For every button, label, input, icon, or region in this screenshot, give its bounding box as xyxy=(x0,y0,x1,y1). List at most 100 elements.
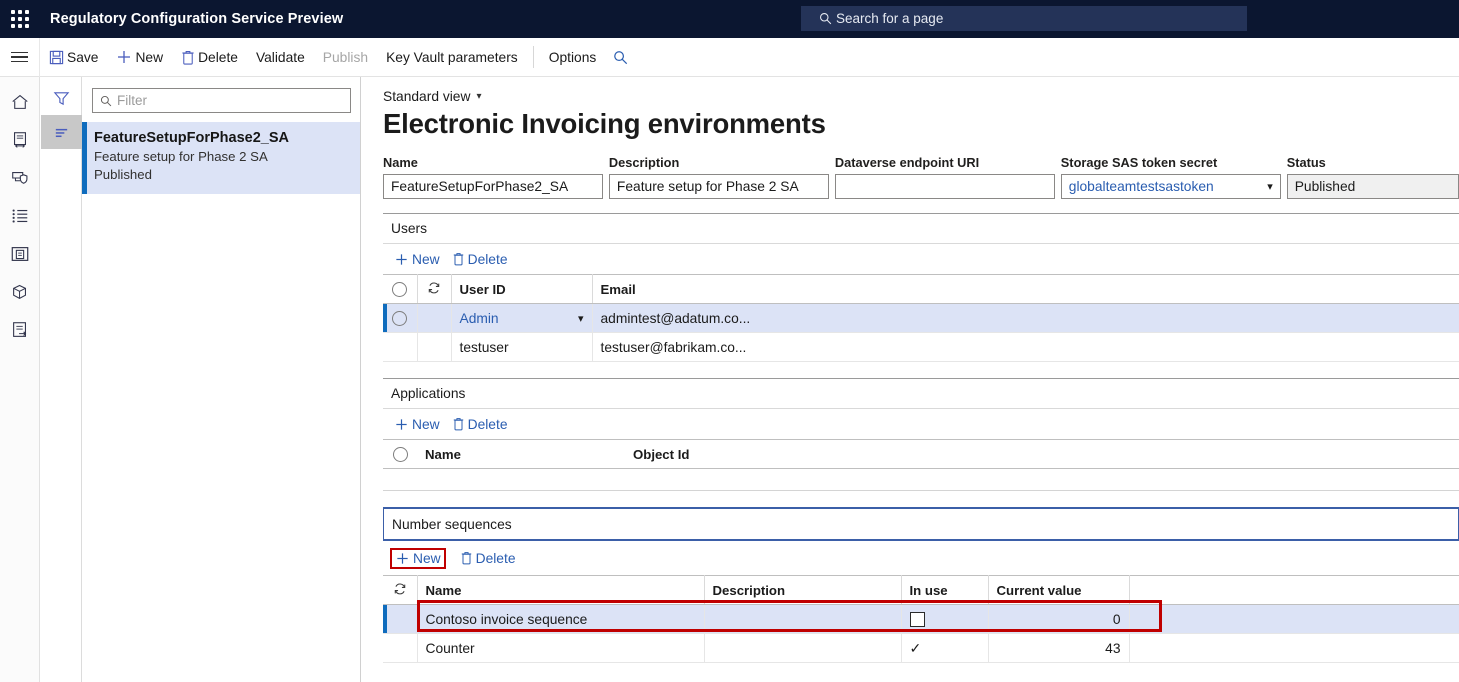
select-all-radio[interactable] xyxy=(392,447,408,462)
list-item-title: FeatureSetupForPhase2_SA xyxy=(94,130,290,146)
users-grid-toolbar: New Delete xyxy=(383,244,1459,274)
list-item-description: Feature setup for Phase 2 SA xyxy=(94,149,268,164)
app-launcher-waffle-icon[interactable] xyxy=(0,0,40,38)
number-sequences-col-current-value[interactable]: Current value xyxy=(988,575,1130,605)
description-input[interactable]: Feature setup for Phase 2 SA xyxy=(608,174,829,199)
bullet-list-icon[interactable] xyxy=(0,197,40,235)
trash-icon xyxy=(452,417,465,431)
select-all-radio[interactable] xyxy=(392,282,408,297)
number-sequences-row-marker xyxy=(383,633,418,663)
refresh-icon[interactable] xyxy=(393,582,407,596)
delete-button[interactable]: Delete xyxy=(172,38,247,77)
users-col-email[interactable]: Email xyxy=(592,274,1459,304)
shield-screen-icon[interactable] xyxy=(0,159,40,197)
refresh-icon[interactable] xyxy=(427,281,441,295)
applications-delete-label: Delete xyxy=(467,416,508,432)
applications-col-object-id[interactable]: Object Id xyxy=(625,439,1459,469)
list-item[interactable]: FeatureSetupForPhase2_SA Feature setup f… xyxy=(82,122,360,196)
number-sequences-row-name[interactable]: Counter xyxy=(417,633,705,663)
in-use-checkbox[interactable] xyxy=(909,611,925,627)
number-sequences-row-in-use[interactable]: ✓ xyxy=(901,633,989,663)
number-sequences-row-current-value[interactable]: 43 xyxy=(988,633,1130,663)
users-refresh-header[interactable] xyxy=(417,274,452,304)
row-select-radio[interactable] xyxy=(392,310,408,326)
section-users: Users New Delete User ID Email Admin ▾ a… xyxy=(383,213,1459,362)
validate-button[interactable]: Validate xyxy=(247,38,314,77)
users-new-button[interactable]: New xyxy=(390,250,444,269)
number-sequences-row-filler xyxy=(1129,633,1459,663)
users-row-email[interactable]: admintest@adatum.co... xyxy=(592,303,1459,333)
table-row[interactable]: Admin ▾ admintest@adatum.co... xyxy=(383,303,1459,333)
dataverse-endpoint-uri-input[interactable] xyxy=(834,174,1055,199)
plus-icon xyxy=(395,551,410,566)
section-applications-header[interactable]: Applications xyxy=(383,378,1459,409)
document-resize-icon[interactable] xyxy=(0,121,40,159)
new-button[interactable]: New xyxy=(107,38,172,77)
users-row-select[interactable] xyxy=(383,303,418,333)
section-applications: Applications New Delete Name Object Id xyxy=(383,378,1459,491)
view-selector[interactable]: Standard view ▾ xyxy=(383,89,481,104)
number-sequences-new-button[interactable]: New xyxy=(390,547,446,569)
new-button-label: New xyxy=(135,49,164,65)
save-button-label: Save xyxy=(67,49,99,65)
section-users-header[interactable]: Users xyxy=(383,213,1459,244)
number-sequences-col-description[interactable]: Description xyxy=(704,575,902,605)
top-header: Regulatory Configuration Service Preview… xyxy=(0,0,1459,38)
name-input[interactable]: FeatureSetupForPhase2_SA xyxy=(383,174,603,199)
filter-input[interactable]: Filter xyxy=(92,88,351,113)
users-row-select[interactable] xyxy=(383,332,418,362)
app-title: Regulatory Configuration Service Preview xyxy=(50,11,344,27)
filter-funnel-icon[interactable] xyxy=(41,81,82,115)
number-sequences-row-current-value[interactable]: 0 xyxy=(988,604,1130,634)
number-sequences-col-name[interactable]: Name xyxy=(417,575,705,605)
chevron-down-icon: ▾ xyxy=(476,91,482,102)
chevron-down-icon: ▾ xyxy=(577,312,584,325)
users-delete-button[interactable]: Delete xyxy=(448,250,512,269)
table-row[interactable]: Counter ✓ 43 xyxy=(383,633,1459,663)
applications-select-all-header[interactable] xyxy=(383,439,417,469)
number-sequences-row-marker xyxy=(383,604,418,634)
table-row[interactable]: testuser testuser@fabrikam.co... xyxy=(383,332,1459,362)
plus-icon xyxy=(394,417,409,432)
number-sequences-row-description[interactable] xyxy=(704,604,902,634)
hamburger-menu-icon[interactable] xyxy=(0,37,40,77)
users-row-user-id[interactable]: testuser xyxy=(451,332,593,362)
home-icon[interactable] xyxy=(0,83,40,121)
users-row-spacer xyxy=(417,303,452,333)
table-row[interactable]: Contoso invoice sequence 0 xyxy=(383,604,1459,634)
applications-col-name[interactable]: Name xyxy=(417,439,625,469)
plus-icon xyxy=(394,252,409,267)
global-search-input[interactable]: Search for a page xyxy=(801,6,1247,31)
save-floppy-icon xyxy=(49,50,64,65)
section-number-sequences-header[interactable]: Number sequences xyxy=(383,507,1459,541)
number-sequences-row-description[interactable] xyxy=(704,633,902,663)
number-sequences-row-name[interactable]: Contoso invoice sequence xyxy=(417,604,705,634)
command-search-icon[interactable] xyxy=(605,38,635,77)
applications-empty-cell xyxy=(383,468,1459,491)
global-search-placeholder: Search for a page xyxy=(836,11,944,26)
trash-icon xyxy=(452,252,465,266)
applications-empty-row xyxy=(383,468,1459,491)
number-sequences-delete-button[interactable]: Delete xyxy=(456,549,520,568)
filter-placeholder: Filter xyxy=(117,93,147,108)
number-sequences-col-in-use[interactable]: In use xyxy=(901,575,989,605)
document-window-icon[interactable] xyxy=(0,235,40,273)
users-row-user-id[interactable]: Admin ▾ xyxy=(451,303,593,333)
users-row-email[interactable]: testuser@fabrikam.co... xyxy=(592,332,1459,362)
key-vault-parameters-button[interactable]: Key Vault parameters xyxy=(377,38,527,77)
users-col-user-id[interactable]: User ID xyxy=(451,274,593,304)
users-select-all-header[interactable] xyxy=(383,274,418,304)
users-table: User ID Email Admin ▾ admintest@adatum.c… xyxy=(383,274,1459,362)
options-button[interactable]: Options xyxy=(540,38,606,77)
applications-delete-button[interactable]: Delete xyxy=(448,415,512,434)
storage-sas-token-secret-dropdown[interactable]: globalteamtestsastoken ▾ xyxy=(1060,174,1281,199)
section-applications-title: Applications xyxy=(391,386,466,401)
field-status: Status Published xyxy=(1286,155,1459,199)
applications-new-button[interactable]: New xyxy=(390,415,444,434)
number-sequences-refresh-header[interactable] xyxy=(383,575,418,605)
save-button[interactable]: Save xyxy=(40,38,107,77)
document-export-icon[interactable] xyxy=(0,311,40,349)
number-sequences-row-in-use[interactable] xyxy=(901,604,989,634)
sort-lines-icon[interactable] xyxy=(41,115,82,149)
package-edit-icon[interactable] xyxy=(0,273,40,311)
